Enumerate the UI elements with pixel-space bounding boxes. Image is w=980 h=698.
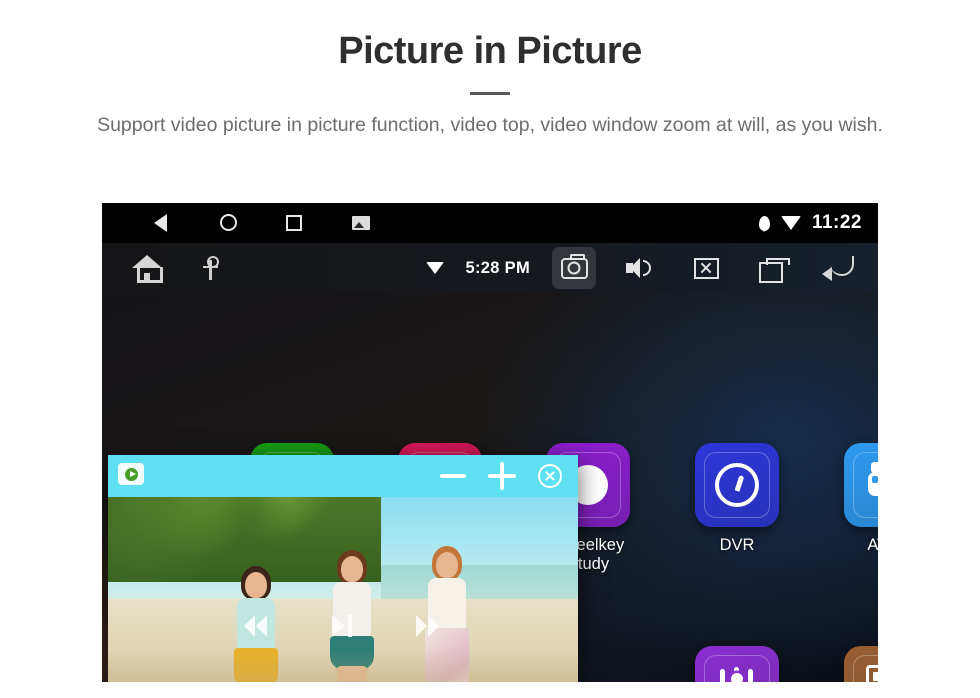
av-plug-icon [865,462,878,508]
home-icon[interactable] [220,212,242,234]
page-header: Picture in Picture Support video picture… [0,0,980,140]
recents-button[interactable] [750,247,794,289]
play-pause-icon[interactable] [332,615,354,638]
app-item[interactable]: AVIN [831,443,878,555]
toolbar-left-group [132,255,219,283]
video-source-icon [118,463,144,485]
app-item[interactable]: Amplifier [682,646,792,682]
next-icon[interactable] [416,615,442,638]
recents-icon[interactable] [286,212,308,234]
gauge-icon [715,463,759,507]
close-button[interactable] [684,247,728,289]
toolbar-clock: 5:28 PM [465,258,530,277]
back-icon[interactable] [154,212,176,234]
toolbar-right-group: 5:28 PM [425,247,860,289]
back-arrow-icon [822,256,854,281]
android-status-bar: 11:22 [102,203,878,243]
close-box-icon [693,257,719,279]
video-foreground [108,648,578,682]
app-tile[interactable] [695,646,779,682]
screenshot-icon[interactable] [352,212,374,234]
home-icon[interactable] [132,255,163,283]
back-button[interactable] [816,247,860,289]
page-title: Picture in Picture [338,30,642,72]
device-screen: 11:22 5:28 PM Wheelkey Study DVR A [102,203,878,682]
minus-icon[interactable] [440,474,466,478]
volume-button[interactable] [618,247,662,289]
status-indicators: 11:22 [758,212,862,234]
location-pin-icon [758,215,770,231]
previous-icon[interactable] [244,615,270,638]
android-nav-buttons [154,212,374,234]
usb-icon[interactable] [202,256,219,280]
app-label: AVIN [867,536,878,554]
app-tile[interactable] [844,646,878,682]
app-item[interactable]: Calculator [831,646,878,682]
app-tile[interactable] [844,443,878,527]
app-toolbar: 5:28 PM [102,243,878,293]
wifi-icon [425,262,444,274]
status-clock: 11:22 [811,212,862,233]
plus-icon[interactable] [488,462,516,490]
video-playback-controls [108,615,578,638]
volume-icon [626,257,654,279]
close-circle-icon[interactable] [538,464,562,488]
calculator-icon [866,665,878,682]
home-wallpaper: NetflixSiriusXMWheelkey StudyDVRAVINAmpl… [102,293,878,682]
pip-title-bar[interactable] [108,455,578,497]
pip-controls [440,462,562,490]
camera-icon [560,253,588,279]
wifi-icon [780,216,801,230]
recents-icon [758,257,790,283]
app-label: DVR [719,536,755,554]
title-divider [470,91,510,95]
camera-button[interactable] [552,247,596,289]
equalizer-icon [717,667,757,682]
pip-window[interactable]: seicane [108,455,578,682]
app-tile[interactable] [695,443,779,527]
page-subtitle: Support video picture in picture functio… [97,113,883,136]
app-item[interactable]: DVR [682,443,792,555]
